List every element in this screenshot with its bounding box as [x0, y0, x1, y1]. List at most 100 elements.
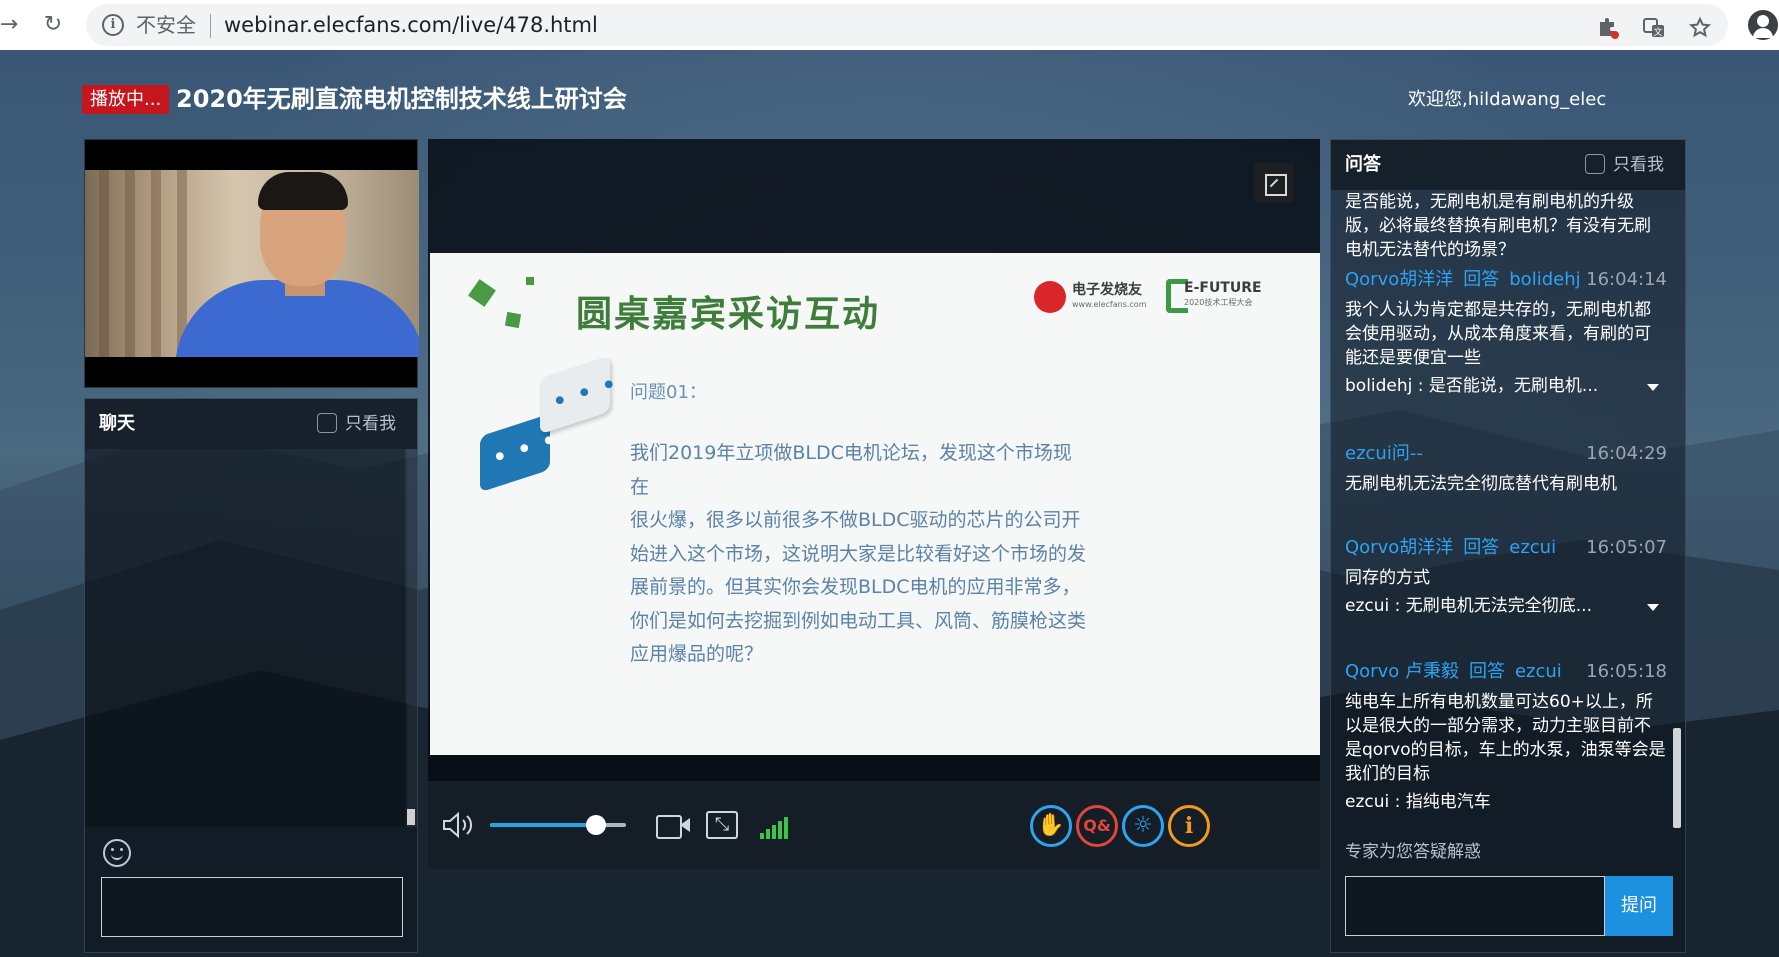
question-line: 你们是如何去挖掘到例如电动工具、风筒、筋膜枪这类	[630, 609, 1087, 632]
qa-hint: 专家为您答疑解惑	[1345, 842, 1481, 862]
question-text: 我们2019年立项做BLDC电机论坛，发现这个市场现在 很火爆，很多以前很多不做…	[630, 437, 1090, 672]
chat-panel: 聊天 只看我	[84, 398, 418, 953]
qa-icon[interactable]: Q&	[1076, 805, 1118, 847]
presenter-camera-panel	[84, 139, 419, 388]
qa-quote-text: ezcui : 无刷电机无法完全彻底...	[1345, 596, 1592, 616]
qa-asker[interactable]: ezcui问--	[1345, 443, 1423, 464]
star-icon[interactable]	[1688, 16, 1712, 40]
qa-text: 无刷电机无法完全彻底替代有刷电机	[1345, 474, 1617, 494]
presenter-video	[85, 170, 419, 357]
question-label: 问题01：	[630, 382, 707, 403]
main-video-panel: 圆桌嘉宾采访互动 电子发烧友 www.elecfans.com E-FUTURE…	[428, 139, 1320, 869]
qa-title: 问答	[1345, 154, 1381, 175]
security-label: 不安全	[136, 13, 196, 37]
slide-decoration	[526, 277, 534, 285]
url-text[interactable]: webinar.elecfans.com/live/478.html	[224, 13, 598, 37]
browser-toolbar: → ↻ i 不安全 webinar.elecfans.com/live/478.…	[0, 0, 1779, 50]
signal-strength-icon	[760, 817, 790, 839]
qa-quote: ezcui : 指纯电汽车	[1345, 790, 1667, 814]
qa-asker[interactable]: Qorvo胡洋洋	[1345, 269, 1453, 290]
qa-quote[interactable]: ezcui : 无刷电机无法完全彻底...	[1345, 594, 1667, 618]
chat-scrollbar[interactable]	[407, 449, 417, 827]
back-icon[interactable]: →	[0, 10, 24, 40]
reload-icon[interactable]: ↻	[38, 10, 68, 40]
page-title: 2020年无刷直流电机控制技术线上研讨会	[176, 85, 627, 113]
qa-verb: 回答	[1463, 537, 1500, 558]
slide-decoration	[468, 279, 496, 307]
chat-message-list[interactable]	[85, 449, 405, 827]
qa-item: Qorvo胡洋洋 回答 ezcui 16:05:07 同存的方式 ezcui : 无刷…	[1345, 536, 1667, 618]
qa-quote[interactable]: bolidehj : 是否能说，无刷电机...	[1345, 374, 1667, 398]
raise-hand-icon[interactable]: ✋	[1030, 805, 1072, 847]
player-controls: ⤡ ✋ Q& ☼ i	[428, 781, 1320, 869]
signal-bar	[766, 829, 770, 839]
qa-verb: 回答	[1463, 269, 1500, 290]
qa-list[interactable]: 是否能说，无刷电机是有刷电机的升级版，必将最终替换有刷电机？有没有无刷电机无法替…	[1331, 190, 1671, 830]
qa-time: 16:05:07	[1586, 537, 1667, 558]
qa-fragment-text: 是否能说，无刷电机是有刷电机的升级版，必将最终替换有刷电机？有没有无刷电机无法替…	[1345, 192, 1651, 260]
chat-title: 聊天	[99, 413, 135, 434]
translate-icon[interactable]: 文	[1642, 16, 1666, 40]
picture-in-picture-icon[interactable]: ⤡	[706, 811, 738, 839]
volume-icon[interactable]	[442, 811, 478, 839]
expand-caret-icon[interactable]	[1647, 604, 1659, 611]
qa-item: Qorvo胡洋洋 回答 bolidehj 16:04:14 我个人认为肯定都是共存的，…	[1345, 268, 1667, 398]
qa-header: 问答 只看我	[1331, 140, 1685, 190]
qa-time: 16:05:18	[1586, 661, 1667, 682]
qa-fragment: 是否能说，无刷电机是有刷电机的升级版，必将最终替换有刷电机？有没有无刷电机无法替…	[1345, 190, 1667, 262]
fullscreen-icon[interactable]	[1254, 163, 1294, 203]
logo-left-sub: www.elecfans.com	[1072, 300, 1147, 309]
slide-title: 圆桌嘉宾采访互动	[576, 293, 881, 335]
emoji-icon[interactable]	[103, 839, 131, 867]
qa-asker[interactable]: Qorvo胡洋洋	[1345, 537, 1453, 558]
logo-right-sub: 2020技术工程大会	[1184, 298, 1253, 307]
slide-decoration	[504, 311, 522, 329]
profile-icon[interactable]	[1748, 10, 1778, 40]
info-circle-icon[interactable]: i	[1168, 805, 1210, 847]
efuture-logo: E-FUTURE 2020技术工程大会	[1166, 277, 1276, 317]
info-icon[interactable]: i	[102, 14, 124, 36]
question-line: 展前景的。但其实你会发现BLDC电机的应用非常多，	[630, 576, 1081, 598]
qa-target[interactable]: ezcui	[1509, 537, 1556, 558]
qa-quote-text: bolidehj : 是否能说，无刷电机...	[1345, 376, 1599, 396]
signal-bar	[784, 817, 788, 839]
qa-item: Qorvo 卢秉毅 回答 ezcui 16:05:18 纯电车上所有电机数量可达60+…	[1345, 660, 1667, 814]
logo-right-main: E-FUTURE	[1184, 280, 1262, 296]
chat-input[interactable]	[101, 877, 403, 937]
live-status-badge: 播放中...	[82, 85, 170, 114]
settings-icon[interactable]: ☼	[1122, 805, 1164, 847]
presentation-slide: 圆桌嘉宾采访互动 电子发烧友 www.elecfans.com E-FUTURE…	[430, 253, 1320, 755]
qa-only-me-toggle[interactable]: 只看我	[1585, 154, 1664, 176]
url-separator	[210, 14, 211, 38]
chat-only-me-label: 只看我	[345, 414, 396, 434]
chat-header: 聊天 只看我	[85, 399, 417, 449]
extension-icon[interactable]	[1596, 16, 1620, 40]
ask-button[interactable]: 提问	[1605, 876, 1673, 936]
question-line: 始进入这个市场，这说明大家是比较看好这个市场的发	[630, 542, 1087, 565]
qa-only-me-checkbox[interactable]	[1585, 154, 1605, 174]
qa-scrollbar-thumb[interactable]	[1673, 728, 1681, 828]
signal-bar	[778, 821, 782, 839]
question-line: 我们2019年立项做BLDC电机论坛，发现这个市场现在	[630, 442, 1072, 498]
qa-input[interactable]	[1345, 876, 1605, 936]
qa-panel: 问答 只看我 是否能说，无刷电机是有刷电机的升级版，必将最终替换有刷电机？有没有…	[1330, 139, 1686, 953]
chat-only-me-checkbox[interactable]	[317, 413, 337, 433]
welcome-user: 欢迎您,hildawang_elec	[1408, 89, 1607, 110]
address-bar[interactable]: i 不安全 webinar.elecfans.com/live/478.html…	[86, 4, 1728, 46]
volume-slider-thumb[interactable]	[586, 815, 606, 835]
signal-bar	[760, 833, 764, 839]
camera-icon[interactable]	[656, 813, 690, 839]
qa-target[interactable]: ezcui	[1515, 661, 1562, 682]
signal-bar	[772, 825, 776, 839]
volume-slider-fill	[490, 823, 596, 827]
question-line: 应用爆品的呢？	[630, 643, 764, 665]
chat-only-me-toggle[interactable]: 只看我	[317, 413, 396, 435]
qa-text: 纯电车上所有电机数量可达60+以上，所以是很大的一部分需求，动力主驱目前不是qo…	[1345, 692, 1666, 784]
chat-scrollbar-thumb[interactable]	[407, 809, 415, 825]
qa-time: 16:04:14	[1586, 269, 1667, 290]
expand-caret-icon[interactable]	[1647, 384, 1659, 391]
question-line: 很火爆，很多以前很多不做BLDC驱动的芯片的公司开	[630, 509, 1081, 531]
qa-target[interactable]: bolidehj	[1509, 269, 1580, 290]
qa-asker[interactable]: Qorvo 卢秉毅	[1345, 661, 1459, 682]
qa-text: 同存的方式	[1345, 568, 1430, 588]
